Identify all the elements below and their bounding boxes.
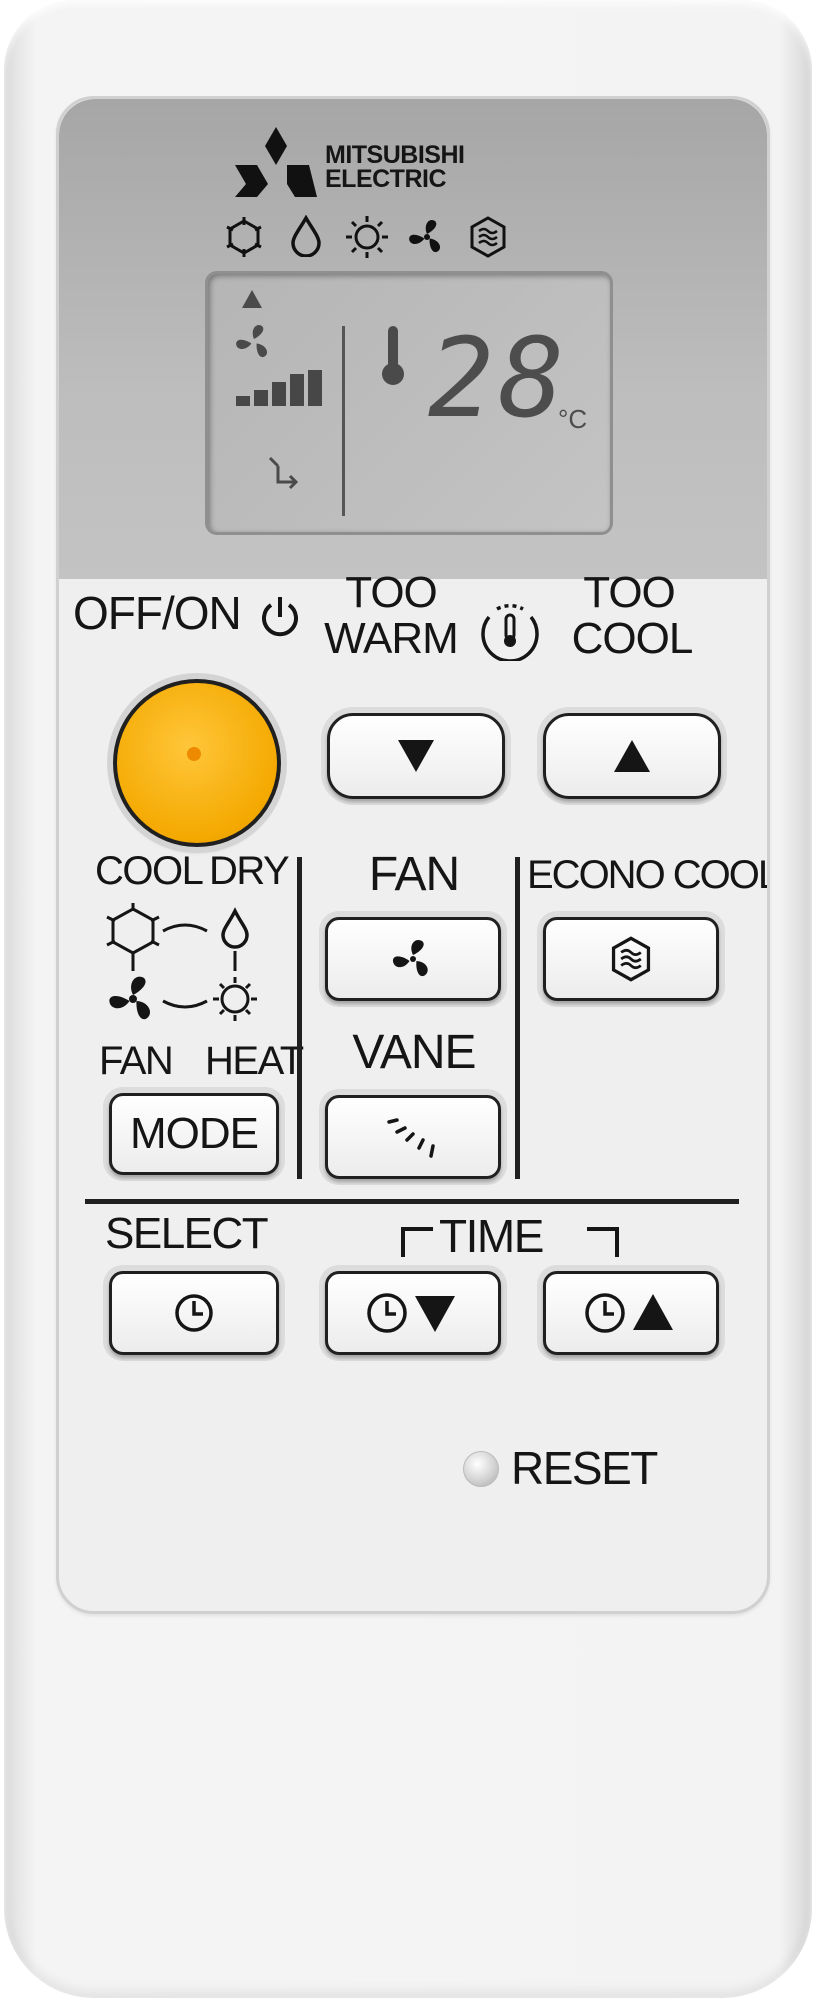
- select-label: SELECT: [105, 1209, 269, 1258]
- time-bracket-right: [587, 1227, 619, 1257]
- mode-cool-label: COOL: [95, 849, 204, 893]
- cool-icon: [226, 217, 262, 257]
- time-up-button[interactable]: [543, 1271, 719, 1355]
- econo-cool-button[interactable]: [543, 917, 719, 1001]
- econo-cool-icon: [611, 936, 651, 982]
- thermo-sensor-icon: [481, 603, 539, 661]
- mitsubishi-logo-icon: [235, 127, 317, 197]
- time-label: TIME: [439, 1210, 544, 1262]
- reset-label: RESET: [511, 1442, 658, 1494]
- down-arrow-icon: [398, 740, 434, 772]
- lcd-separator: [342, 326, 345, 516]
- select-button[interactable]: [109, 1271, 279, 1355]
- lcd-fan-icon: [236, 324, 267, 358]
- mode-button[interactable]: MODE: [109, 1093, 279, 1175]
- vane-button[interactable]: [325, 1095, 501, 1179]
- econo-cool-label: ECONO COOL: [527, 853, 770, 897]
- temperature-unit: °C: [558, 404, 588, 434]
- brand-name-line1: MITSUBISHI: [325, 141, 465, 169]
- clock-up-icon: [585, 1293, 673, 1333]
- power-icon: [262, 597, 298, 637]
- econo-cool-icon: [470, 216, 506, 258]
- mode-button-label: MODE: [130, 1109, 259, 1158]
- too-warm-label-line2: WARM: [324, 614, 459, 663]
- lcd-display: 28 °C: [205, 271, 613, 535]
- fan-icon: [409, 219, 440, 253]
- vane-label: VANE: [352, 1026, 476, 1079]
- too-warm-button[interactable]: [327, 713, 505, 799]
- too-warm-label-line1: TOO: [345, 568, 438, 617]
- too-cool-button[interactable]: [543, 713, 721, 799]
- fan-button[interactable]: [325, 917, 501, 1001]
- brand-name-line2: ELECTRIC: [325, 165, 447, 193]
- temperature-readout: 28: [428, 314, 569, 442]
- clock-icon: [175, 1294, 213, 1332]
- time-bracket-left: [401, 1227, 433, 1257]
- too-cool-label-line1: TOO: [583, 568, 676, 617]
- divider-horizontal: [85, 1199, 739, 1204]
- remote-control: MITSUBISHI ELECTRIC 28 °C OFF/ON TOO WAR…: [4, 0, 812, 1998]
- thermometer-icon: [382, 326, 404, 385]
- dry-icon: [291, 215, 321, 257]
- top-display-area: MITSUBISHI ELECTRIC 28 °C: [59, 99, 767, 579]
- power-label: OFF/ON: [73, 587, 242, 639]
- heat-icon: [346, 216, 388, 258]
- clock-down-icon: [367, 1293, 455, 1333]
- reset-button[interactable]: [463, 1451, 499, 1487]
- up-arrow-icon: [614, 740, 650, 772]
- vane-swing-icon: [268, 456, 299, 490]
- fan-icon: [392, 939, 428, 977]
- fan-label: FAN: [368, 848, 460, 901]
- divider-left: [297, 857, 302, 1179]
- too-cool-label-line2: COOL: [571, 614, 694, 663]
- mode-fan-label: FAN: [99, 1039, 174, 1083]
- up-indicator-icon: [242, 290, 262, 308]
- time-down-button[interactable]: [325, 1271, 501, 1355]
- mode-heat-label: HEAT: [205, 1039, 304, 1083]
- power-button[interactable]: [113, 679, 281, 847]
- mode-cycle-diagram-icon: [106, 903, 257, 1021]
- mode-dry-label: DRY: [209, 849, 290, 893]
- divider-right: [515, 857, 520, 1179]
- vane-icon: [387, 1118, 435, 1158]
- control-panel: MITSUBISHI ELECTRIC 28 °C OFF/ON TOO WAR…: [56, 96, 770, 1614]
